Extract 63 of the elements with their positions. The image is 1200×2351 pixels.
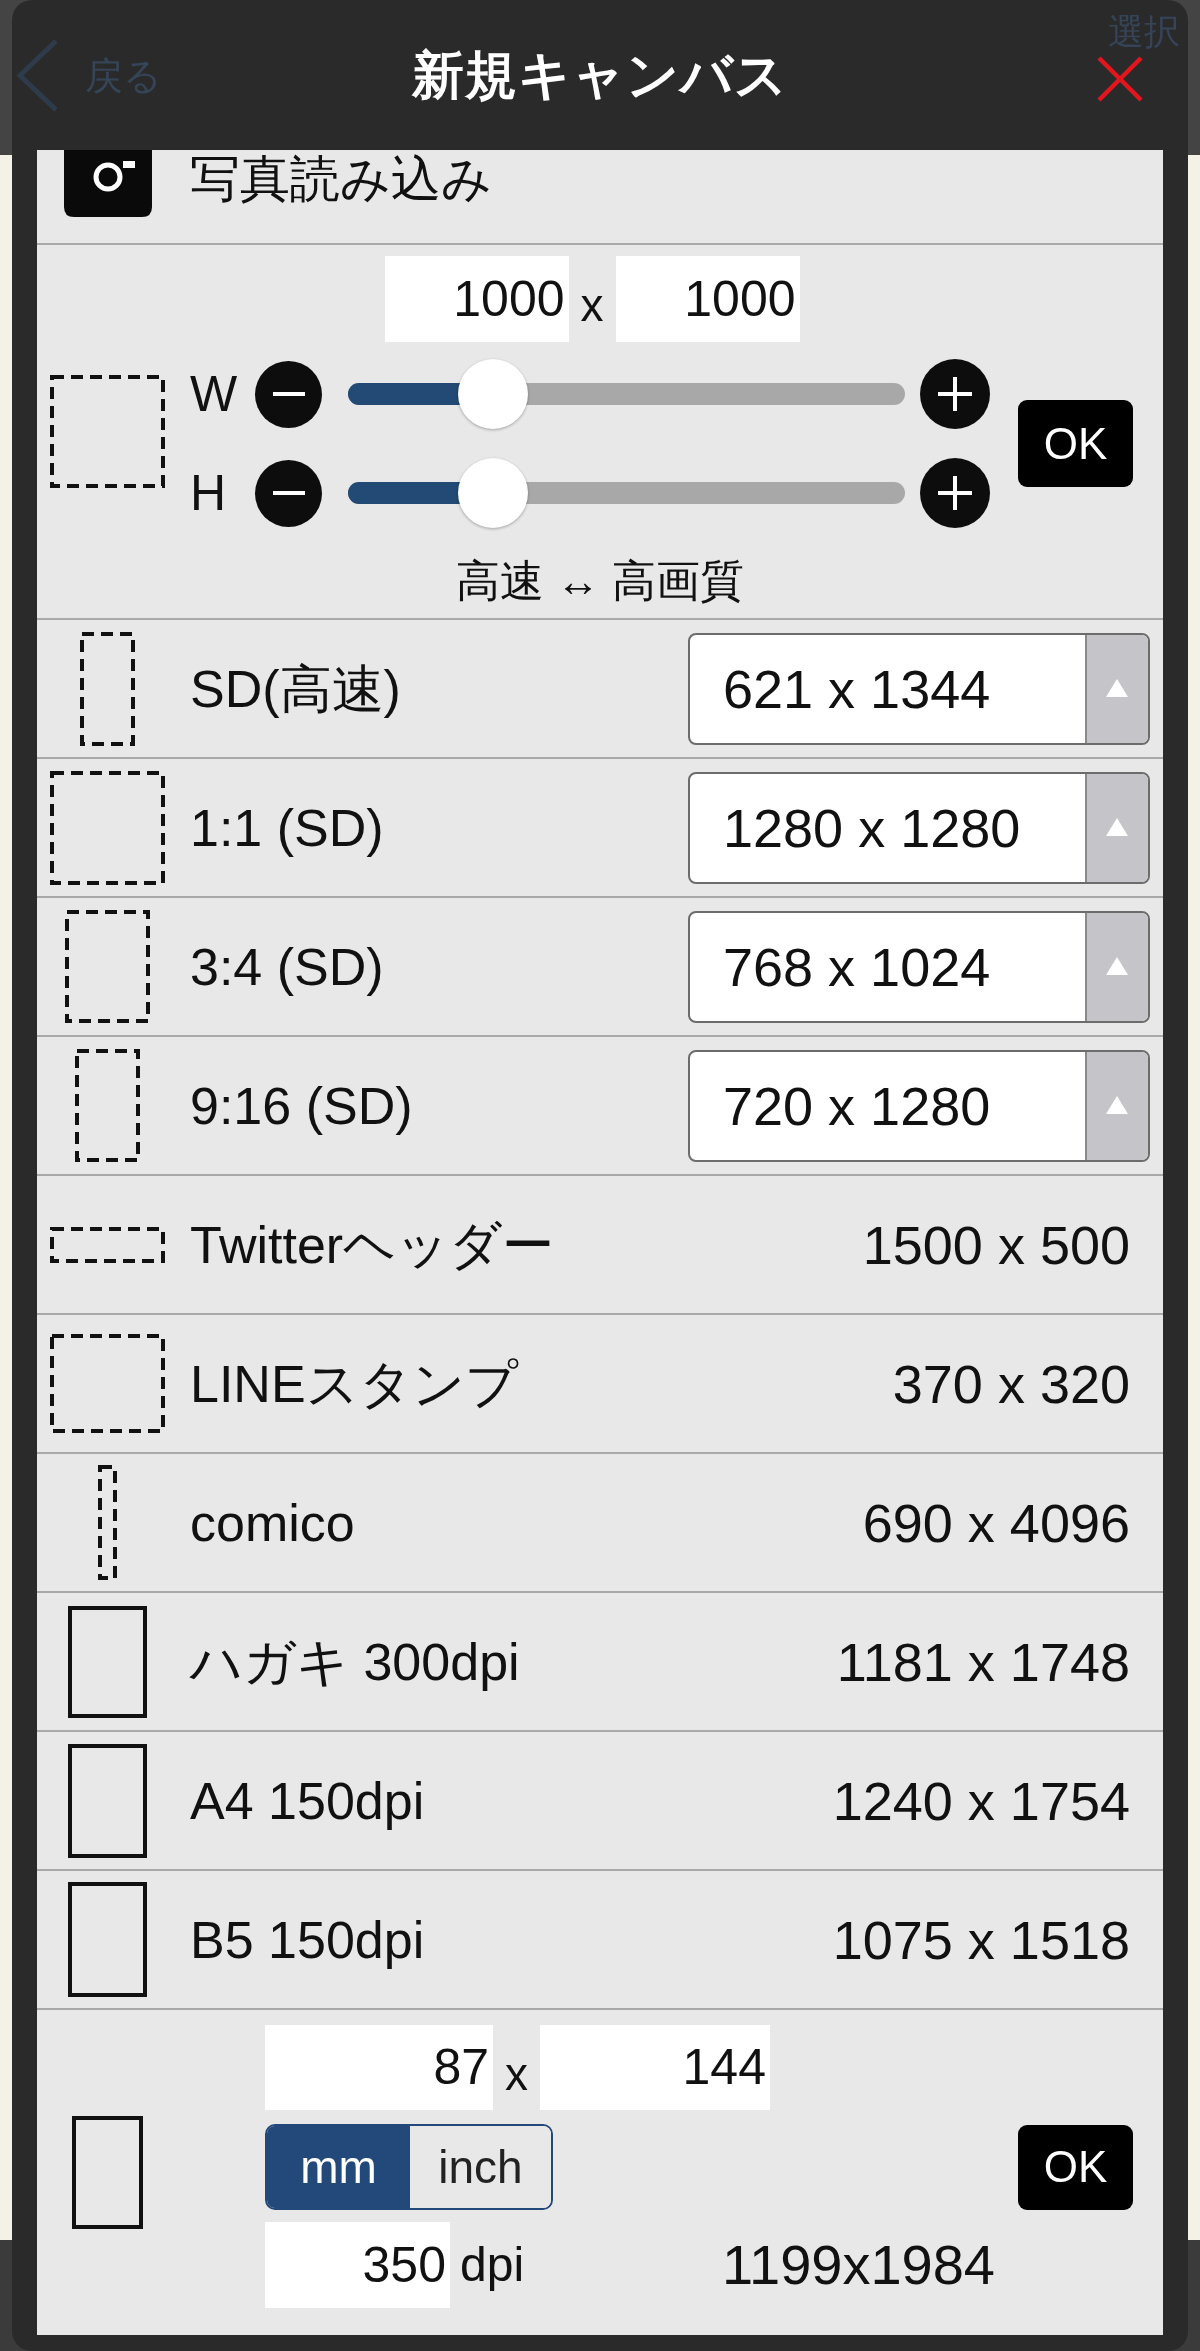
preset-name[interactable]: 3:4 (SD)	[190, 936, 688, 997]
ok-button[interactable]: OK	[1018, 400, 1133, 487]
speed-quality-caption: 高速 ↔ 高画質	[455, 554, 745, 607]
dashed-rectangle-icon	[49, 770, 165, 885]
minus-icon	[272, 392, 305, 396]
preset-name[interactable]: Twitterヘッダー	[190, 1214, 863, 1275]
size-dropdown[interactable]: 621 x 1344	[688, 632, 1150, 745]
slider-track[interactable]	[348, 359, 905, 429]
dashed-rectangle-icon	[79, 631, 135, 746]
slider-label: H	[190, 465, 228, 521]
dashed-rectangle-icon	[49, 1226, 165, 1263]
caret-icon	[1085, 912, 1148, 1021]
camera-icon[interactable]	[64, 150, 152, 217]
preset-size: 1075 x 1518	[832, 1908, 1130, 1971]
rectangle-icon	[71, 2116, 143, 2229]
preset-size: 690 x 4096	[862, 1491, 1130, 1554]
photo-import-label[interactable]: 写真読み込み	[190, 150, 492, 208]
rectangle-icon	[67, 1605, 147, 1718]
rectangle-icon	[67, 1882, 147, 1997]
height-field[interactable]: 1000	[615, 256, 800, 342]
preset-name[interactable]: A4 150dpi	[190, 1770, 833, 1831]
plus-icon	[938, 377, 972, 411]
preset-size: 1181 x 1748	[836, 1630, 1130, 1693]
dashed-rectangle-icon	[74, 1049, 140, 1162]
dpi-unit-label: dpi	[460, 2237, 525, 2293]
minus-icon	[272, 491, 305, 495]
preset-name[interactable]: B5 150dpi	[190, 1909, 833, 1970]
close-icon[interactable]	[1097, 56, 1143, 102]
dpi-field[interactable]: 350	[265, 2222, 450, 2308]
caret-icon	[1085, 1051, 1148, 1160]
slider-label: W	[190, 366, 239, 422]
rectangle-icon	[67, 1743, 147, 1858]
preset-name[interactable]: LINEスタンプ	[190, 1353, 893, 1414]
dimension-separator: x	[505, 2046, 528, 2099]
pixel-result: 1199x1984	[722, 2233, 995, 2297]
preset-name[interactable]: 1:1 (SD)	[190, 797, 688, 858]
width-field[interactable]: 1000	[384, 256, 569, 342]
slider-thumb[interactable]	[457, 359, 528, 429]
preset-name[interactable]: ハガキ 300dpi	[190, 1631, 837, 1692]
preset-size: 1500 x 500	[862, 1213, 1130, 1276]
dashed-rectangle-icon	[64, 910, 150, 1023]
slider-track[interactable]	[348, 458, 905, 528]
dashed-rectangle-icon	[49, 1334, 165, 1433]
caret-icon	[1085, 773, 1148, 882]
preset-size: 1240 x 1754	[832, 1769, 1130, 1832]
height-field[interactable]: 144	[540, 2025, 770, 2110]
preset-name[interactable]: comico	[190, 1492, 863, 1553]
caret-icon	[1085, 634, 1148, 743]
dashed-rectangle-icon	[97, 1465, 117, 1580]
dimension-separator: x	[580, 278, 604, 330]
preset-name[interactable]: 9:16 (SD)	[190, 1075, 688, 1136]
ok-button[interactable]: OK	[1018, 2124, 1133, 2210]
size-dropdown[interactable]: 768 x 1024	[688, 910, 1150, 1023]
plus-icon	[938, 476, 972, 510]
slider-thumb[interactable]	[457, 458, 528, 528]
preset-name[interactable]: SD(高速)	[190, 658, 688, 719]
width-field[interactable]: 87	[265, 2025, 493, 2110]
preset-size: 370 x 320	[892, 1352, 1130, 1415]
size-dropdown[interactable]: 1280 x 1280	[688, 771, 1150, 884]
size-dropdown[interactable]: 720 x 1280	[688, 1049, 1150, 1162]
dashed-rectangle-icon	[49, 375, 165, 488]
dialog-title: 新規キャンバス	[412, 45, 788, 105]
unit-segment[interactable]: mm	[267, 2126, 410, 2208]
